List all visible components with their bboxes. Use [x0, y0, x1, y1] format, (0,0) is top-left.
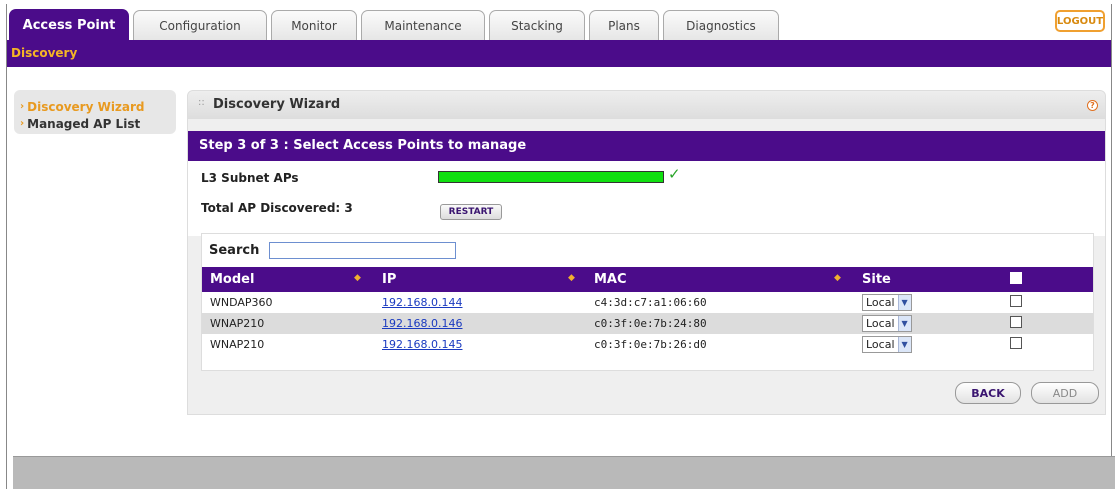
column-header-mac[interactable]: MAC ◆ [586, 267, 854, 292]
chevron-down-icon: ▼ [897, 295, 911, 310]
ip-link[interactable]: 192.168.0.146 [382, 317, 462, 330]
restart-button[interactable]: RESTART [440, 204, 502, 220]
sort-icon[interactable]: ◆ [834, 273, 841, 283]
sort-icon[interactable]: ◆ [568, 273, 575, 283]
search-input[interactable] [269, 242, 456, 259]
ap-table: Model ◆ IP ◆ MAC ◆ Site WNDAP360 192.168… [202, 267, 1093, 355]
table-header-row: Model ◆ IP ◆ MAC ◆ Site [202, 267, 1093, 292]
discovery-status: L3 Subnet APs ✓ Total AP Discovered: 3 R… [188, 161, 1105, 236]
subnav-discovery[interactable]: Discovery [11, 46, 77, 60]
table-row: WNAP210 192.168.0.145 c0:3f:0e:7b:26:d0 … [202, 334, 1093, 355]
cell-model: WNAP210 [210, 338, 265, 351]
panel-title: Discovery Wizard [213, 97, 341, 112]
row-checkbox[interactable] [1010, 337, 1022, 349]
left-menu: › Discovery Wizard › Managed AP List [14, 90, 176, 134]
tab-stacking[interactable]: Stacking [489, 10, 585, 40]
subnet-label: L3 Subnet APs [201, 171, 299, 185]
menu-item-label: Managed AP List [27, 116, 141, 131]
add-button[interactable]: ADD [1031, 382, 1099, 404]
column-header-model[interactable]: Model ◆ [202, 267, 374, 292]
checkmark-icon: ✓ [668, 165, 681, 183]
column-header-label: IP [382, 272, 397, 287]
column-header-ip[interactable]: IP ◆ [374, 267, 586, 292]
tab-access-point[interactable]: Access Point [9, 9, 129, 40]
cell-mac: c0:3f:0e:7b:26:d0 [594, 338, 707, 351]
tab-configuration[interactable]: Configuration [133, 10, 267, 40]
sub-navigation-bar: Discovery [7, 40, 1111, 67]
row-checkbox[interactable] [1010, 295, 1022, 307]
menu-item-label: Discovery Wizard [27, 99, 145, 114]
cell-mac: c0:3f:0e:7b:24:80 [594, 317, 707, 330]
tab-diagnostics[interactable]: Diagnostics [663, 10, 779, 40]
column-header-site: Site [854, 267, 1002, 292]
column-header-select-all [1002, 267, 1093, 292]
site-select-value: Local [866, 296, 895, 309]
site-select-value: Local [866, 338, 895, 351]
chevron-right-icon: › [20, 118, 25, 129]
tab-plans[interactable]: Plans [589, 10, 659, 40]
footer-bar [13, 456, 1115, 489]
site-select-value: Local [866, 317, 895, 330]
chevron-right-icon: › [20, 101, 25, 112]
menu-item-managed-ap-list[interactable]: › Managed AP List [20, 115, 176, 132]
total-discovered-label: Total AP Discovered: 3 [201, 201, 353, 215]
main-tab-bar: Access Point Configuration Monitor Maint… [7, 4, 1111, 40]
ip-link[interactable]: 192.168.0.144 [382, 296, 462, 309]
chevron-down-icon: ▼ [897, 316, 911, 331]
column-header-label: Model [210, 272, 255, 287]
tab-monitor[interactable]: Monitor [271, 10, 357, 40]
step-label: Step 3 of 3 : Select Access Points to ma… [199, 138, 527, 153]
discovery-wizard-panel: :: Discovery Wizard ? Step 3 of 3 : Sele… [187, 90, 1106, 415]
discovery-progress-bar [438, 171, 664, 183]
row-checkbox[interactable] [1010, 316, 1022, 328]
site-select[interactable]: Local ▼ [862, 336, 912, 353]
cell-model: WNAP210 [210, 317, 265, 330]
cell-model: WNDAP360 [210, 296, 273, 309]
sort-icon[interactable]: ◆ [354, 273, 361, 283]
cell-mac: c4:3d:c7:a1:06:60 [594, 296, 707, 309]
progress-fill [439, 172, 663, 182]
app-frame: Access Point Configuration Monitor Maint… [6, 4, 1115, 489]
search-label: Search [209, 243, 260, 258]
step-header: Step 3 of 3 : Select Access Points to ma… [188, 131, 1105, 161]
ap-table-container: Search Model ◆ IP ◆ MAC ◆ Site WNDAP360 … [201, 233, 1094, 371]
table-row: WNAP210 192.168.0.146 c0:3f:0e:7b:24:80 … [202, 313, 1093, 334]
panel-header: :: Discovery Wizard ? [188, 91, 1105, 119]
site-select[interactable]: Local ▼ [862, 315, 912, 332]
site-select[interactable]: Local ▼ [862, 294, 912, 311]
menu-item-discovery-wizard[interactable]: › Discovery Wizard [20, 98, 176, 115]
table-row: WNDAP360 192.168.0.144 c4:3d:c7:a1:06:60… [202, 292, 1093, 313]
tab-maintenance[interactable]: Maintenance [361, 10, 485, 40]
select-all-checkbox[interactable] [1010, 271, 1022, 284]
column-header-label: MAC [594, 272, 627, 287]
logout-button[interactable]: LOGOUT [1055, 10, 1105, 32]
ip-link[interactable]: 192.168.0.145 [382, 338, 462, 351]
column-header-label: Site [862, 272, 891, 287]
help-icon[interactable]: ? [1087, 100, 1098, 111]
drag-handle-icon: :: [198, 97, 205, 108]
chevron-down-icon: ▼ [897, 337, 911, 352]
back-button[interactable]: BACK [955, 382, 1021, 404]
